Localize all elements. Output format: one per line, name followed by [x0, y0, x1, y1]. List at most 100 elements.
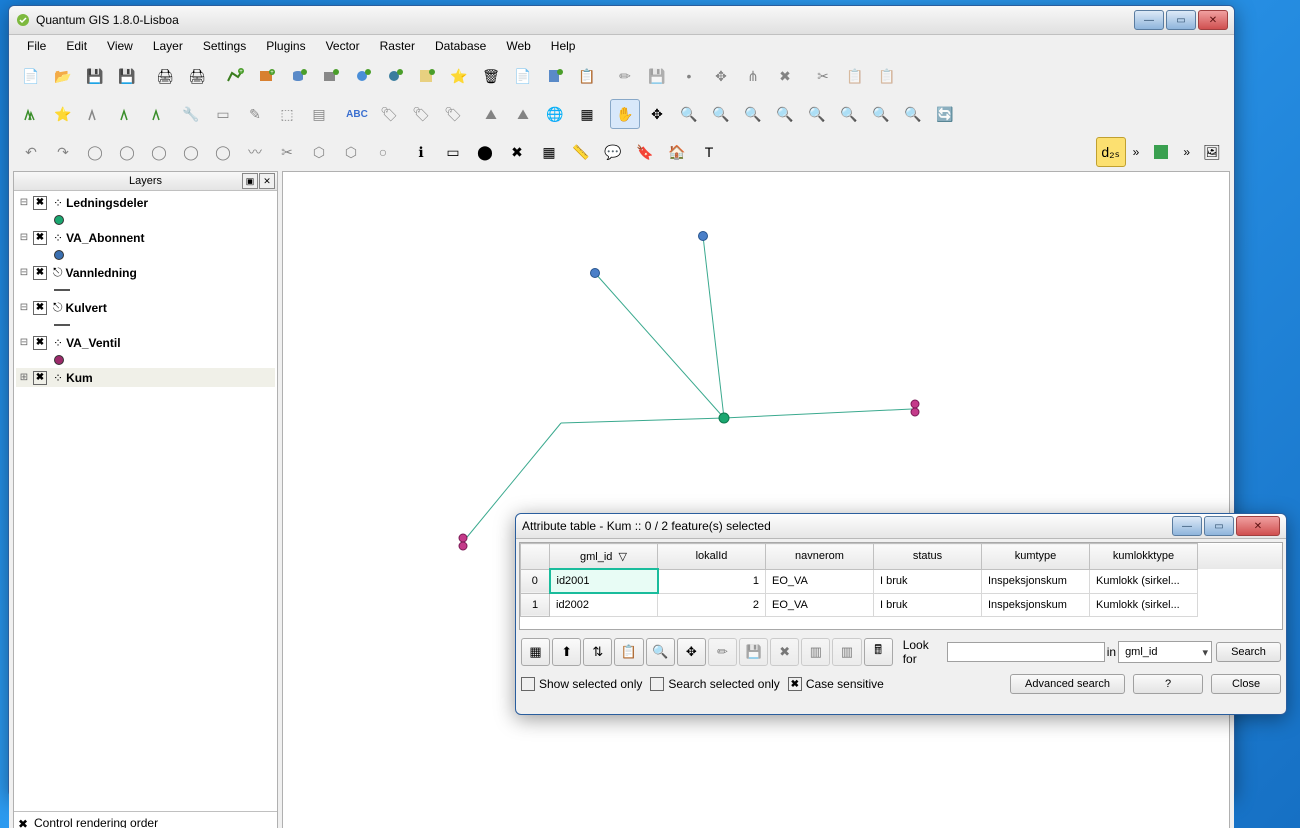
map-canvas[interactable] [282, 171, 1230, 828]
open-project-icon[interactable]: 📂 [48, 61, 78, 91]
layer-kum[interactable]: ⊞✖⁘Kum [16, 368, 275, 387]
layer-va-ventil[interactable]: ⊟✖⁘VA_Ventil [16, 333, 275, 352]
georef-icon[interactable]: ⛰ [476, 99, 506, 129]
col-status[interactable]: status [874, 544, 982, 570]
grass-add-vector-icon[interactable] [112, 99, 142, 129]
rotate-point-icon[interactable]: ○ [368, 137, 398, 167]
save-edits-table-icon[interactable]: 💾 [739, 638, 768, 666]
pan-to-selection-icon[interactable]: ✥ [642, 99, 672, 129]
new-shapefile-icon[interactable] [540, 61, 570, 91]
cell-status[interactable]: I bruk [874, 593, 982, 617]
delete-ring-icon[interactable]: ◯ [176, 137, 206, 167]
layer-ledningsdeler[interactable]: ⊟✖⁘Ledningsdeler [16, 193, 275, 212]
cell-navnerom[interactable]: EO_VA [766, 569, 874, 593]
grass-close-icon[interactable] [80, 99, 110, 129]
layer-vannledning[interactable]: ⊟✖⎋Vannledning [16, 263, 275, 282]
redo-icon[interactable]: ↷ [48, 137, 78, 167]
cell-status[interactable]: I bruk [874, 569, 982, 593]
zoom-to-selected-icon[interactable]: 🔍 [646, 638, 675, 666]
case-sensitive-checkbox[interactable]: ✖Case sensitive [788, 677, 884, 692]
label-change-icon[interactable]: 🏷 [438, 99, 468, 129]
field-calculator-icon[interactable]: 🖩 [864, 638, 893, 666]
add-delimited-icon[interactable] [412, 61, 442, 91]
col-kumlokktype[interactable]: kumlokktype [1090, 544, 1198, 570]
new-vector-icon[interactable]: 📄 [508, 61, 538, 91]
zoom-out-icon[interactable]: 🔍 [706, 99, 736, 129]
composer-icon[interactable]: 🖨 [150, 61, 180, 91]
search-button[interactable]: Search [1216, 642, 1281, 662]
lookfor-input[interactable] [947, 642, 1105, 662]
move-feature-icon[interactable]: ✥ [706, 61, 736, 91]
zoom-full-icon[interactable]: 🔍 [770, 99, 800, 129]
close-table-button[interactable]: Close [1211, 674, 1281, 694]
row-number[interactable]: 0 [521, 569, 550, 593]
map-tips-icon[interactable]: 💬 [598, 137, 628, 167]
menu-web[interactable]: Web [496, 36, 540, 56]
save-project-icon[interactable]: 💾 [80, 61, 110, 91]
undo-icon[interactable]: ↶ [16, 137, 46, 167]
zoom-selection-icon[interactable]: 🔍 [802, 99, 832, 129]
attr-table[interactable]: gml_id ▽ lokalId navnerom status kumtype… [519, 542, 1283, 630]
menu-edit[interactable]: Edit [56, 36, 97, 56]
terrain-icon[interactable]: ⛰ [508, 99, 538, 129]
add-raster-icon[interactable]: + [252, 61, 282, 91]
duplicate-layer-icon[interactable]: 📋 [572, 61, 602, 91]
attr-close-button[interactable]: ✕ [1236, 516, 1280, 536]
lookfor-field-combo[interactable]: gml_id [1118, 641, 1212, 663]
new-column-icon[interactable]: ▥ [801, 638, 830, 666]
deselect-icon[interactable]: ✖ [502, 137, 532, 167]
pan-icon[interactable]: ✋ [610, 99, 640, 129]
menu-layer[interactable]: Layer [143, 36, 193, 56]
invert-selection-icon[interactable]: ⇅ [583, 638, 612, 666]
show-selected-checkbox[interactable]: Show selected only [521, 677, 642, 692]
col-lokalid[interactable]: lokalId [658, 544, 766, 570]
copy-rows-icon[interactable]: 📋 [614, 638, 643, 666]
delete-selected-icon[interactable]: ✖ [770, 638, 799, 666]
cell-lokalid[interactable]: 1 [658, 569, 766, 593]
cell-gml-id[interactable]: id2002 [550, 593, 658, 617]
add-part-icon[interactable]: ◯ [144, 137, 174, 167]
save-edits-icon[interactable]: 💾 [642, 61, 672, 91]
menu-view[interactable]: View [97, 36, 143, 56]
cell-lokalid[interactable]: 2 [658, 593, 766, 617]
menu-help[interactable]: Help [541, 36, 586, 56]
show-bookmarks-icon[interactable]: 🏠 [662, 137, 692, 167]
add-vector-icon[interactable]: + [220, 61, 250, 91]
advanced-search-button[interactable]: Advanced search [1010, 674, 1125, 694]
label-rotate-icon[interactable]: 🏷 [406, 99, 436, 129]
delete-column-icon[interactable]: ▥ [832, 638, 861, 666]
delete-part-icon[interactable]: ◯ [208, 137, 238, 167]
cell-kumtype[interactable]: Inspeksjonskum [982, 593, 1090, 617]
menu-settings[interactable]: Settings [193, 36, 256, 56]
new-project-icon[interactable]: 📄 [16, 61, 46, 91]
remove-layer-icon[interactable]: 🗑 [476, 61, 506, 91]
toolbar-overflow-2[interactable]: » [1177, 145, 1196, 159]
add-spatialite-icon[interactable] [316, 61, 346, 91]
zoom-layer-icon[interactable]: 🔍 [834, 99, 864, 129]
attr-maximize-button[interactable]: ▭ [1204, 516, 1234, 536]
row-number[interactable]: 1 [521, 593, 550, 617]
label-move-icon[interactable]: 🏷 [374, 99, 404, 129]
help-button[interactable]: ? [1133, 674, 1203, 694]
menu-raster[interactable]: Raster [370, 36, 425, 56]
unselect-all-icon[interactable]: ▦ [521, 638, 550, 666]
zoom-next-icon[interactable]: 🔍 [898, 99, 928, 129]
pan-to-selected-icon[interactable]: ✥ [677, 638, 706, 666]
save-as-icon[interactable]: 💾 [112, 61, 142, 91]
move-to-top-icon[interactable]: ⬆ [552, 638, 581, 666]
zoom-native-icon[interactable]: 🔍 [738, 99, 768, 129]
add-postgis-icon[interactable] [284, 61, 314, 91]
plugin-d2s-icon[interactable]: d₂ₛ [1096, 137, 1126, 167]
catalog-icon[interactable]: ▦ [572, 99, 602, 129]
attr-titlebar[interactable]: Attribute table - Kum :: 0 / 2 feature(s… [516, 514, 1286, 539]
merge-icon[interactable]: ⬡ [304, 137, 334, 167]
osm-icon[interactable]: 🌐 [540, 99, 570, 129]
minimize-button[interactable]: — [1134, 10, 1164, 30]
grass-tools-icon[interactable]: 🔧 [176, 99, 206, 129]
refresh-icon[interactable]: 🔄 [930, 99, 960, 129]
select-radius-icon[interactable]: ⬤ [470, 137, 500, 167]
grass-open-icon[interactable] [16, 99, 46, 129]
attr-minimize-button[interactable]: — [1172, 516, 1202, 536]
cell-kumtype[interactable]: Inspeksjonskum [982, 569, 1090, 593]
plugin-road-icon[interactable] [1146, 137, 1176, 167]
